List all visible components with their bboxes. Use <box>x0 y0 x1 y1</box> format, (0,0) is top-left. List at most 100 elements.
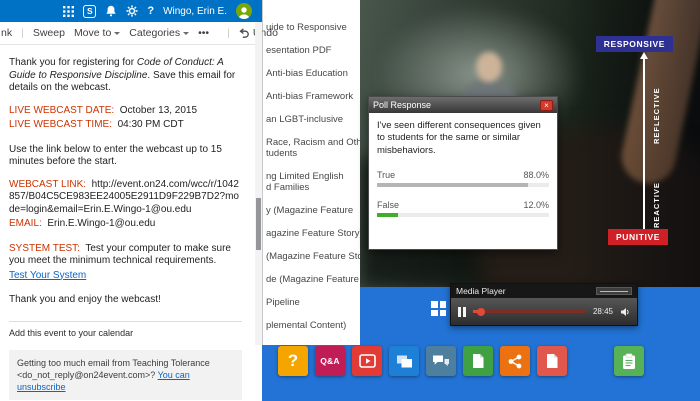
chat-bubbles-icon <box>432 354 450 369</box>
help-icon[interactable]: ? <box>278 346 308 376</box>
resource-item-label: (Magazine Feature Story) <box>266 251 360 262</box>
chevron-down-icon <box>114 32 120 35</box>
categories-button[interactable]: Categories <box>129 27 189 39</box>
media-player-window: Media Player 28:45 <box>450 283 638 326</box>
resource-item-label: uide to Responsive <box>266 22 360 33</box>
screen: ? Q&A uide to Responsive esentation PDF … <box>0 0 700 401</box>
webinar-dock: ? Q&A <box>278 346 644 376</box>
poll-bar-track <box>377 213 549 217</box>
app-launcher-icon[interactable] <box>63 6 74 17</box>
qa-icon[interactable]: Q&A <box>315 346 345 376</box>
media-player-title: Media Player <box>456 286 506 296</box>
webcast-date-line: LIVE WEBCAST DATE: October 13, 2015 <box>9 105 242 118</box>
seek-thumb[interactable] <box>477 308 485 316</box>
webcast-time-line: LIVE WEBCAST TIME: 04:30 PM CDT <box>9 119 242 132</box>
slides-icon[interactable] <box>389 346 419 376</box>
account-name[interactable]: Wingo, Erin E. <box>163 6 227 17</box>
reactive-axis-label: REACTIVE <box>652 158 661 228</box>
enter-instructions: Use the link below to enter the webcast … <box>9 144 242 169</box>
more-actions-button[interactable]: ••• <box>198 27 209 39</box>
list-item[interactable]: y (Magazine Feature <box>266 205 360 216</box>
poll-question: I've seen different consequences given t… <box>377 120 549 157</box>
list-item[interactable]: Anti-bias Framework <box>266 91 360 102</box>
media-player-controls: 28:45 <box>451 298 637 325</box>
list-item[interactable]: de (Magazine Feature <box>266 274 360 285</box>
speaker-docs-icon[interactable] <box>537 346 567 376</box>
resource-item-label: Anti-bias Education <box>266 68 360 79</box>
poll-titlebar[interactable]: Poll Response × <box>369 97 557 113</box>
s-app-icon[interactable]: S <box>83 5 96 18</box>
list-item[interactable]: Race, Racism and Othertudents <box>266 137 360 159</box>
media-player-titlebar[interactable]: Media Player <box>451 284 637 298</box>
resources-icon[interactable] <box>463 346 493 376</box>
divider <box>9 321 242 322</box>
test-your-system-link[interactable]: Test Your System <box>9 270 86 281</box>
spectrum-arrow <box>643 58 645 230</box>
junk-button-partial[interactable]: nk <box>1 27 12 39</box>
closing-line: Thank you and enjoy the webcast! <box>9 294 242 307</box>
mail-toolbar: nk | Sweep Move to Categories ••• | Undo <box>0 22 262 45</box>
document-icon <box>545 353 559 369</box>
poll-bar-false <box>377 213 398 217</box>
poll-option-false: False 12.0% <box>377 200 549 217</box>
resource-item-label: agazine Feature Story) <box>266 228 360 239</box>
add-to-calendar-link[interactable]: Add this event to your calendar <box>9 328 242 339</box>
email-label: EMAIL: <box>9 218 42 229</box>
speaker-icon[interactable] <box>620 307 630 317</box>
list-item[interactable]: agazine Feature Story) <box>266 228 360 239</box>
group-chat-icon[interactable] <box>426 346 456 376</box>
resource-item-label: an LGBT-inclusive <box>266 114 360 125</box>
avatar[interactable] <box>236 3 252 19</box>
list-item[interactable]: uide to Responsive <box>266 22 360 33</box>
resource-item-label: Race, Racism and Other <box>266 137 360 148</box>
notifications-bell-icon[interactable] <box>105 5 117 17</box>
resource-item-label: Anti-bias Framework <box>266 91 360 102</box>
share-icon[interactable] <box>500 346 530 376</box>
poll-body: I've seen different consequences given t… <box>369 113 557 217</box>
poll-option-label: True <box>377 170 395 180</box>
resource-item-label: tudents <box>266 148 360 159</box>
list-item[interactable]: plemental Content) <box>266 320 360 331</box>
poll-option-label: False <box>377 200 399 210</box>
poll-option-percent: 88.0% <box>523 170 549 180</box>
resource-item-label: ng Limited English <box>266 171 360 182</box>
document-icon <box>471 353 485 369</box>
list-item[interactable]: Anti-bias Education <box>266 68 360 79</box>
reflective-axis-label: REFLECTIVE <box>652 64 661 144</box>
scrollbar-thumb[interactable] <box>256 198 261 250</box>
list-item[interactable]: (Magazine Feature Story) <box>266 251 360 262</box>
chevron-down-icon <box>183 32 189 35</box>
toolbar-divider: | <box>21 27 24 39</box>
email-line: EMAIL: Erin.E.Wingo-1@ou.edu <box>9 218 242 231</box>
poll-title: Poll Response <box>373 100 431 110</box>
help-icon-glyph: ? <box>288 351 298 371</box>
windows-start-icon[interactable] <box>431 301 446 316</box>
help-question-icon[interactable]: ? <box>147 5 154 17</box>
media-list-icon[interactable] <box>352 346 382 376</box>
pause-button[interactable] <box>458 307 466 317</box>
seek-progress <box>473 310 481 313</box>
seek-bar[interactable] <box>473 310 586 313</box>
list-item[interactable]: an LGBT-inclusive <box>266 114 360 125</box>
elapsed-time: 28:45 <box>593 307 613 316</box>
poll-bar-true <box>377 183 528 187</box>
settings-gear-icon[interactable] <box>126 5 138 17</box>
time-label: LIVE WEBCAST TIME: <box>9 119 112 130</box>
resource-item-label: de (Magazine Feature <box>266 274 360 285</box>
list-item[interactable]: Pipeline <box>266 297 360 308</box>
clipboard-icon <box>621 353 637 370</box>
volume-slider[interactable] <box>596 287 632 295</box>
list-item[interactable]: esentation PDF <box>266 45 360 56</box>
system-test-line: SYSTEM TEST: Test your computer to make … <box>9 243 242 268</box>
close-icon[interactable]: × <box>540 100 553 111</box>
sweep-button[interactable]: Sweep <box>33 27 65 39</box>
list-item[interactable]: ng Limited Englishd Families <box>266 171 360 193</box>
move-to-button[interactable]: Move to <box>74 27 120 39</box>
scrollbar[interactable] <box>255 22 262 345</box>
date-label: LIVE WEBCAST DATE: <box>9 105 114 116</box>
owa-header-bar: S ? Wingo, Erin E. <box>0 0 262 22</box>
survey-icon[interactable] <box>614 346 644 376</box>
resource-item-label: esentation PDF <box>266 45 360 56</box>
film-icon <box>359 354 376 368</box>
resource-item-label: d Families <box>266 182 360 193</box>
